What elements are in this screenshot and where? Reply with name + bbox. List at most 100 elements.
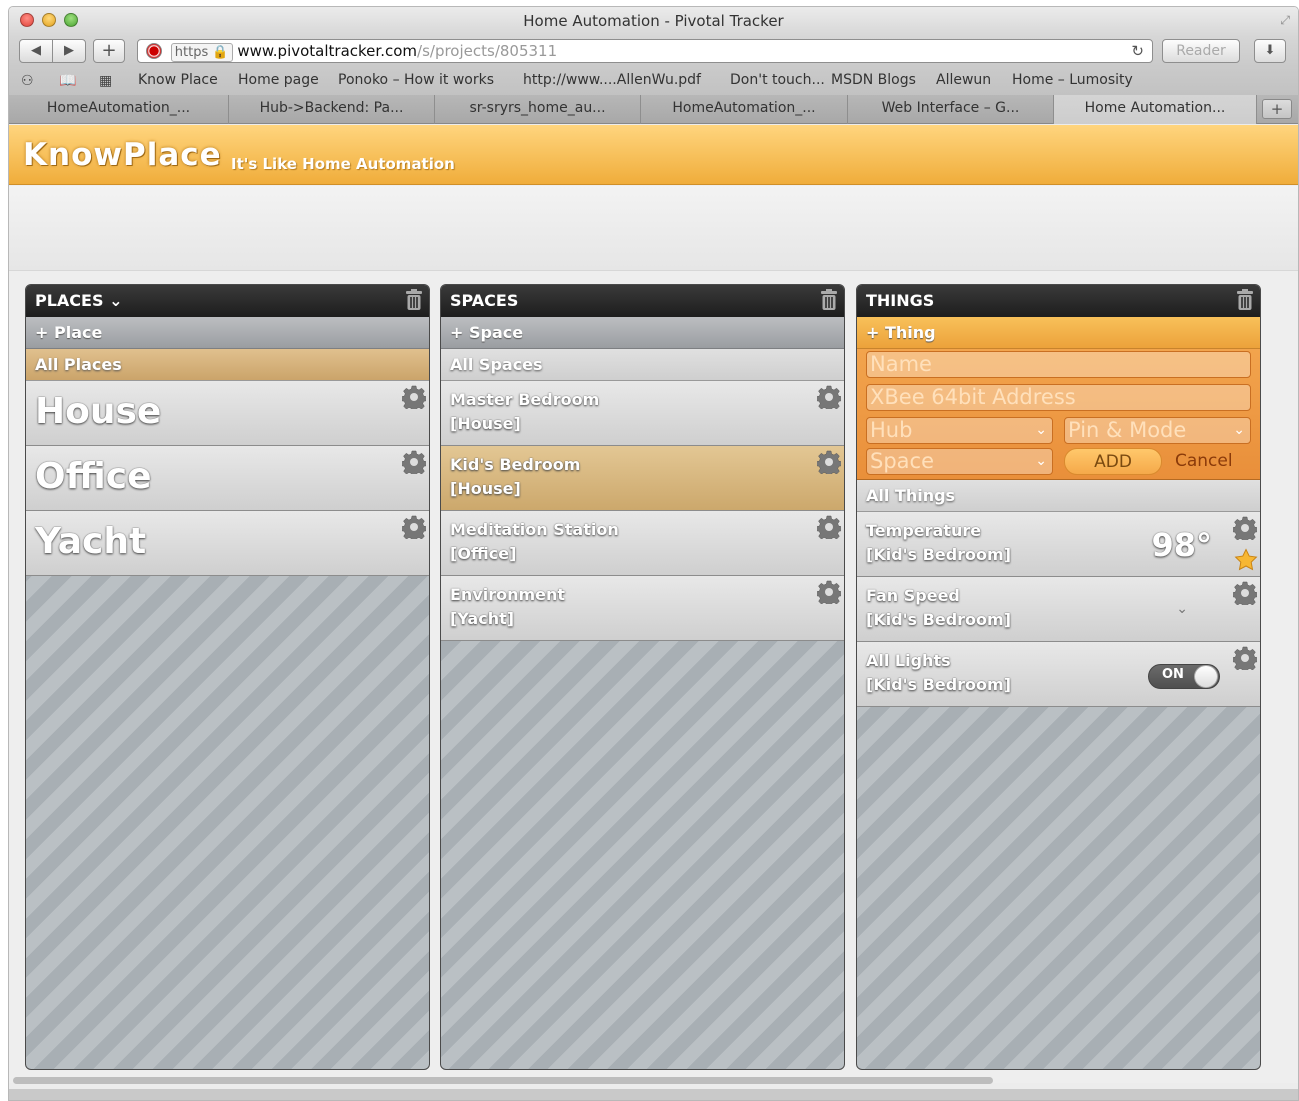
thing-item[interactable]: All Lights [Kid's Bedroom] ON [857,642,1260,707]
bookmark-item[interactable]: Home page [238,72,319,88]
gear-icon[interactable] [402,385,426,409]
top-sites-grid-icon[interactable]: ▦ [99,73,112,89]
trash-icon[interactable] [405,289,423,311]
cancel-button[interactable]: Cancel [1175,451,1233,471]
bookmark-item[interactable]: Ponoko – How it works [338,72,494,88]
space-item[interactable]: Environment [Yacht] [441,576,844,641]
horizontal-scrollbar[interactable] [13,1077,993,1084]
bookmark-item[interactable]: Home – Lumosity [1012,72,1133,88]
chevron-down-icon: ⌄ [1233,422,1245,438]
thing-name: Fan Speed [866,586,960,605]
bookmark-item[interactable]: http://www....AllenWu.pdf [523,72,701,88]
forward-button[interactable]: ▶ [52,39,86,63]
things-header: THINGS [857,285,1260,317]
star-icon[interactable] [1234,548,1258,572]
thing-item[interactable]: Temperature [Kid's Bedroom] 98° [857,512,1260,577]
address-bar[interactable]: https 🔒 www.pivotaltracker.com/s/project… [137,39,1153,63]
places-column: PLACES ⌄ + Place All Places House Office… [25,284,430,1070]
window-title: Home Automation - Pivotal Tracker [523,12,784,30]
downloads-icon[interactable]: ⬇ [1254,39,1286,63]
place-item[interactable]: Yacht [26,511,429,576]
chevron-down-icon: ⌄ [1035,422,1047,438]
browser-tab[interactable]: Web Interface – G... [848,95,1054,124]
add-tab-button[interactable]: + [93,39,125,63]
hub-select[interactable]: Hub ⌄ [866,417,1053,444]
places-title: PLACES [35,291,104,310]
all-spaces-item[interactable]: All Spaces [441,349,844,381]
gear-icon[interactable] [402,515,426,539]
space-item[interactable]: Master Bedroom [House] [441,381,844,446]
url-path: /s/projects/805311 [417,42,558,60]
reading-list-icon[interactable]: ⚇ [21,73,34,89]
xbee-address-input[interactable]: XBee 64bit Address [866,384,1251,411]
thing-item[interactable]: Fan Speed [Kid's Bedroom] ⌄ [857,577,1260,642]
gear-icon[interactable] [402,450,426,474]
space-item-selected[interactable]: Kid's Bedroom [House] [441,446,844,511]
gear-icon[interactable] [817,385,841,409]
tab-bar: HomeAutomation_... Hub->Backend: Pa... s… [9,95,1298,124]
bookmark-item[interactable]: MSDN Blogs [831,72,916,88]
place-item[interactable]: House [26,381,429,446]
browser-tab[interactable]: HomeAutomation_... [9,95,229,124]
browser-tab[interactable]: HomeAutomation_... [641,95,848,124]
add-place-button[interactable]: + Place [26,317,429,349]
add-space-button[interactable]: + Space [441,317,844,349]
temperature-reading: 98° [1151,526,1212,564]
gear-icon[interactable] [1233,646,1257,670]
place-name: Office [35,456,152,497]
app-tagline: It's Like Home Automation [231,155,455,173]
app-header: KnowPlace It's Like Home Automation [9,125,1298,185]
bookmark-item[interactable]: Allewun [936,72,991,88]
space-select[interactable]: Space ⌄ [866,448,1053,475]
bookmark-item[interactable]: Don't touch... [730,72,825,88]
space-name: Environment [450,585,566,604]
things-column: THINGS + Thing Name XBee 64bit Address H… [856,284,1261,1070]
space-place: [House] [450,479,521,498]
thing-space: [Kid's Bedroom] [866,610,1011,629]
bookmark-item[interactable]: Know Place [138,72,218,88]
reader-button[interactable]: Reader [1162,39,1240,63]
browser-tab-active[interactable]: Home Automation... [1054,95,1257,124]
browser-tab[interactable]: Hub->Backend: Pa... [229,95,435,124]
trash-icon[interactable] [1236,289,1254,311]
things-title: THINGS [866,291,935,310]
reload-icon[interactable]: ↻ [1131,40,1144,62]
spaces-column: SPACES + Space All Spaces Master Bedroom… [440,284,845,1070]
https-badge: https 🔒 [170,43,233,62]
places-header[interactable]: PLACES ⌄ [26,285,429,317]
toggle-knob[interactable] [1194,665,1218,688]
thing-name-input[interactable]: Name [866,351,1251,378]
chevron-down-icon: ⌄ [1035,453,1047,469]
space-name: Master Bedroom [450,390,600,409]
bookmarks-book-icon[interactable]: 📖 [59,73,76,89]
back-button[interactable]: ◀ [19,39,53,63]
space-item[interactable]: Meditation Station [Office] [441,511,844,576]
app-logo[interactable]: KnowPlace [23,137,222,173]
space-name: Kid's Bedroom [450,455,581,474]
gear-icon[interactable] [1233,581,1257,605]
trash-icon[interactable] [820,289,838,311]
new-tab-button[interactable]: + [1262,99,1292,119]
place-name: House [35,391,162,432]
all-things-item[interactable]: All Things [857,480,1260,512]
browser-window: Home Automation - Pivotal Tracker ⤢ ◀ ▶ … [8,6,1299,1101]
fan-speed-dropdown-icon[interactable]: ⌄ [1176,601,1188,617]
bookmarks-bar: ⚇ 📖 ▦ Know Place Home page Ponoko – How … [9,67,1298,95]
place-item[interactable]: Office [26,446,429,511]
gear-icon[interactable] [817,515,841,539]
browser-toolbar: ◀ ▶ + https 🔒 www.pivotaltracker.com/s/p… [9,37,1298,67]
gear-icon[interactable] [1233,516,1257,540]
add-button[interactable]: ADD [1064,448,1162,475]
url-host: www.pivotaltracker.com [237,42,418,60]
pin-mode-select[interactable]: Pin & Mode ⌄ [1064,417,1251,444]
lights-toggle[interactable]: ON [1148,664,1220,689]
add-thing-button[interactable]: + Thing [857,317,1260,349]
gear-icon[interactable] [817,580,841,604]
page-content: KnowPlace It's Like Home Automation PLAC… [9,125,1298,1083]
fullscreen-icon[interactable]: ⤢ [1280,13,1290,28]
all-places-item[interactable]: All Places [26,349,429,381]
browser-tab[interactable]: sr-sryrs_home_au... [435,95,641,124]
gear-icon[interactable] [817,450,841,474]
thing-name: All Lights [866,651,951,670]
add-thing-form: Name XBee 64bit Address Hub ⌄ Pin & Mode ⌄… [857,349,1260,480]
